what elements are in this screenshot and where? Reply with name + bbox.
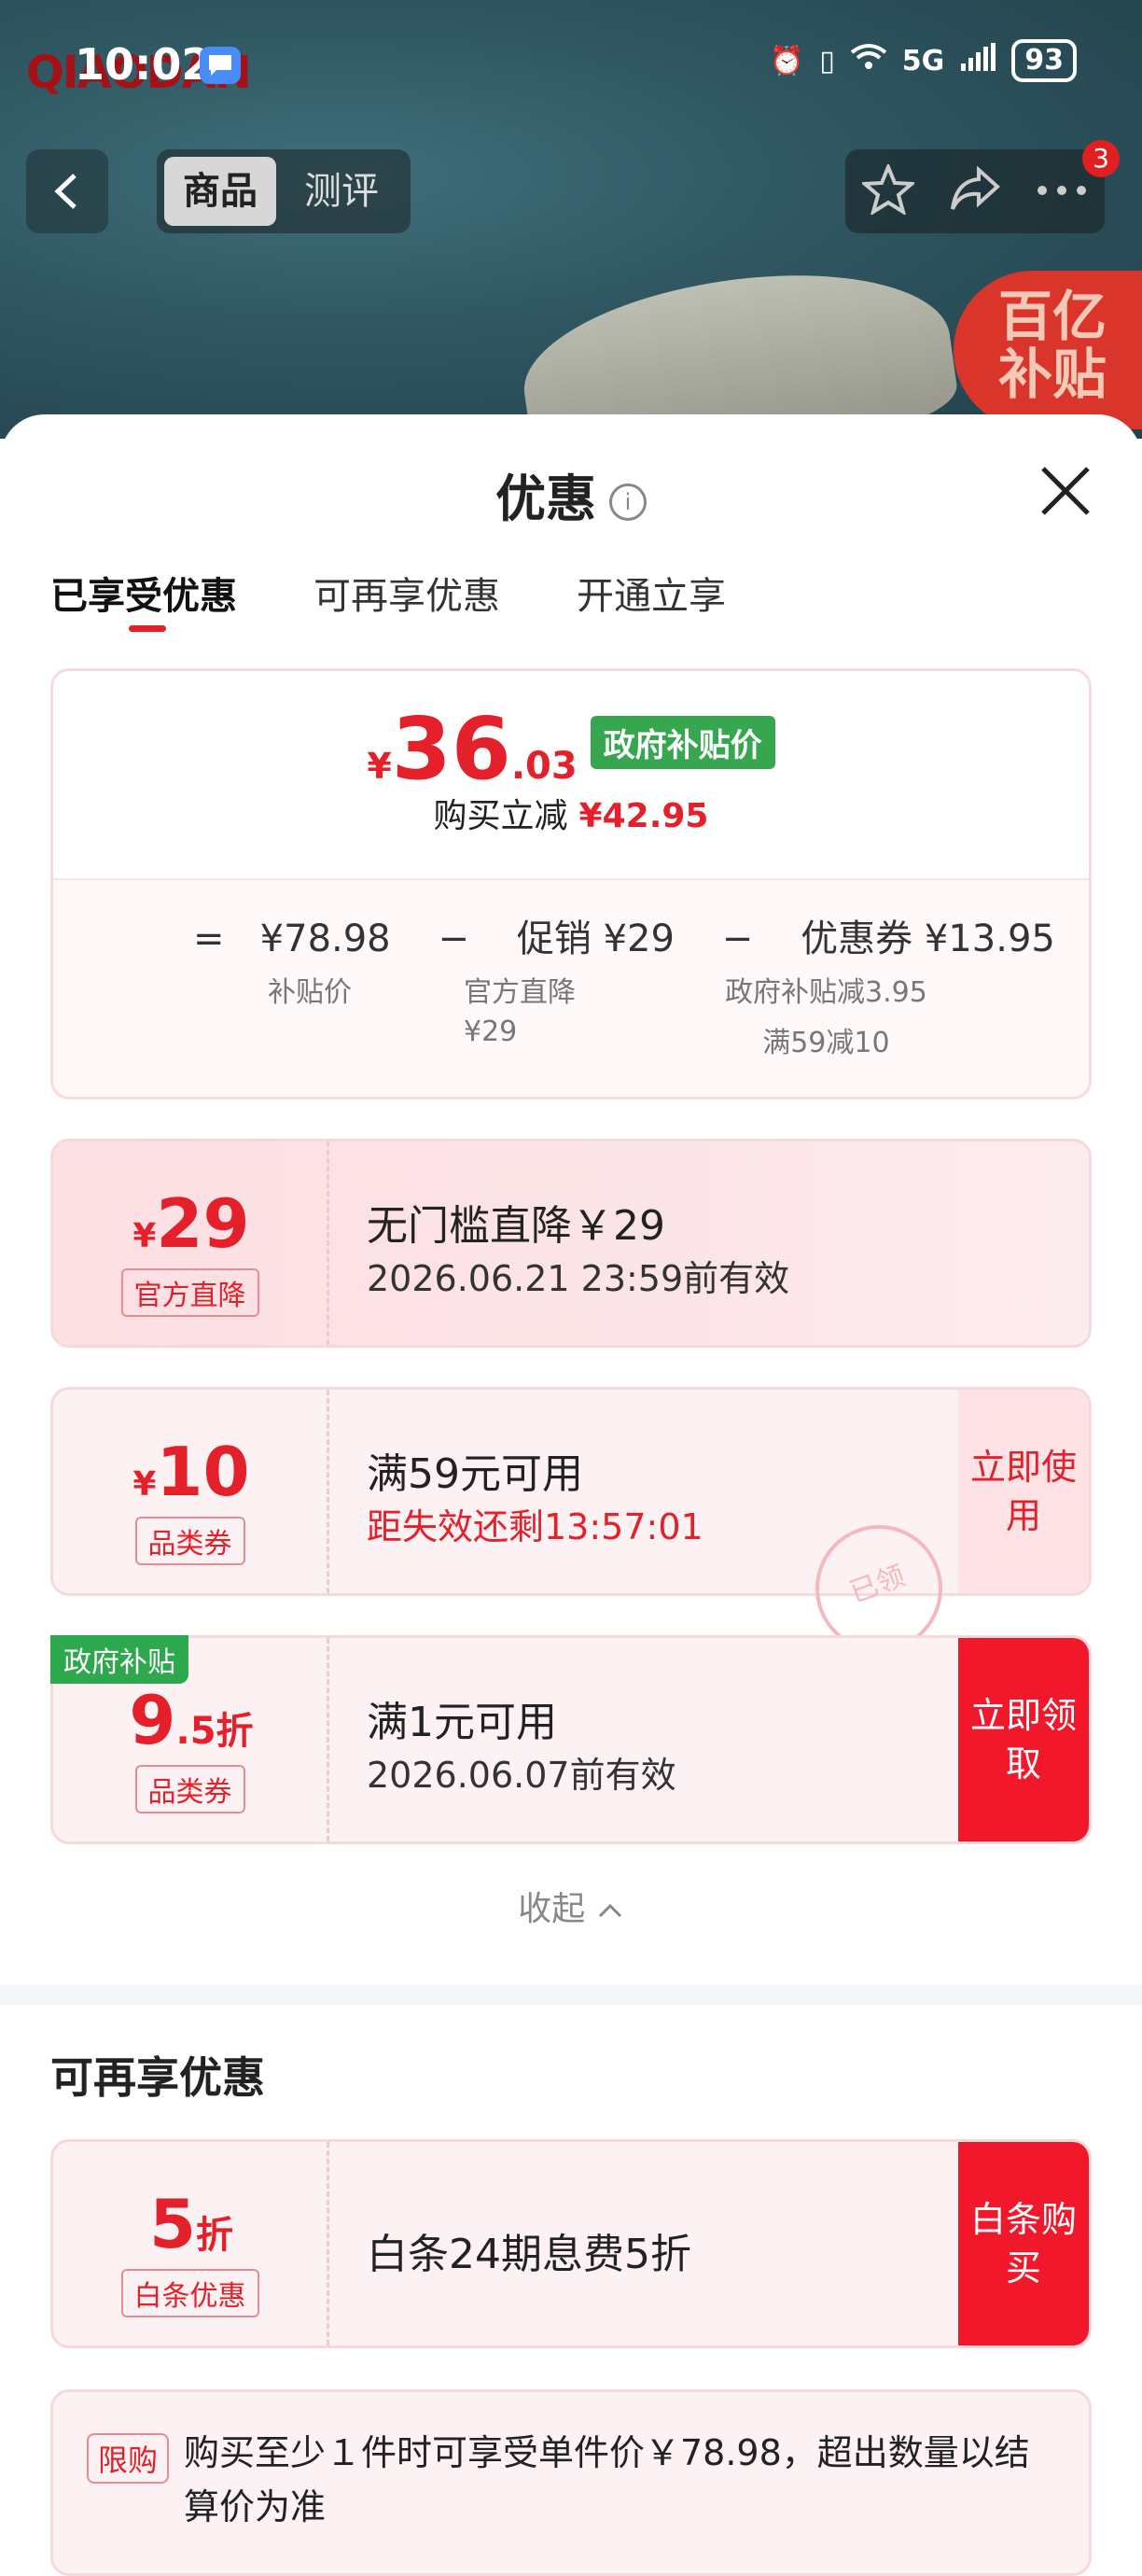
coupon-card: ¥29 官方直降 无门槛直降￥29 2026.06.21 23:59前有效	[50, 1139, 1092, 1348]
price-breakdown: = ¥78.98 − 促销 ¥29 − 优惠券 ¥13.95 补贴价 官方直降 ¥…	[53, 878, 1089, 1097]
top-nav: 商品 测评	[0, 149, 1142, 233]
wifi-icon	[850, 43, 887, 78]
coupon-kind: 品类券	[134, 1517, 245, 1565]
tab-product[interactable]: 商品	[164, 157, 276, 226]
back-button[interactable]	[26, 149, 108, 233]
limit-text: 购买至少１件时可享受单件价￥78.98，超出数量以结算价为准	[184, 2432, 1030, 2527]
use-now-button[interactable]: 立即使用	[958, 1390, 1089, 1593]
coupon-title: 无门槛直降￥29	[367, 1202, 665, 1250]
alarm-icon: ⏰	[769, 44, 805, 77]
sheet-title: 优惠 i	[0, 457, 1142, 531]
coupon-kind: 官方直降	[120, 1268, 259, 1317]
coupon-detail: 政府补贴减3.95 满59减10	[725, 976, 927, 1059]
coupon-value: 5折	[148, 2185, 234, 2263]
coupon-kind: 白条优惠	[120, 2269, 259, 2317]
limit-tag: 限购	[87, 2433, 170, 2484]
coupon-title: 白条24期息费5折	[367, 2231, 691, 2278]
coupon-card: 9.5折 品类券 满1元可用 2026.06.07前有效 立即领取	[50, 1635, 1092, 1844]
close-button[interactable]	[1038, 463, 1093, 523]
section-divider	[0, 1984, 1142, 2005]
message-notification-icon	[200, 47, 241, 84]
nav-actions	[845, 149, 1105, 233]
collapse-button[interactable]: 收起	[0, 1882, 1142, 1930]
info-icon[interactable]: i	[609, 483, 647, 522]
clock: 10:02	[75, 39, 212, 90]
coupon-title: 满1元可用	[367, 1699, 557, 1746]
coupon-kind: 品类券	[134, 1765, 245, 1813]
signal-icon	[959, 43, 996, 78]
back-icon	[54, 174, 77, 209]
subsidy-badge: 百亿 补贴	[954, 271, 1142, 429]
purchase-limit-note: 限购 购买至少１件时可享受单件价￥78.98，超出数量以结算价为准	[50, 2389, 1092, 2576]
reduce-line: 购买立减 ¥42.95	[433, 797, 709, 835]
discount-tabs: 已享受优惠 可再享优惠 开通立享	[50, 566, 726, 632]
gov-subsidy-tag: 政府补贴	[50, 1635, 188, 1684]
claim-now-button[interactable]: 立即领取	[958, 1638, 1089, 1841]
chevron-up-icon	[598, 1903, 621, 1918]
base-label: 补贴价	[268, 976, 352, 1009]
promo-detail: 官方直降 ¥29	[464, 976, 576, 1048]
share-icon[interactable]	[949, 165, 1001, 217]
price-summary: ¥36.03 政府补贴价 购买立减 ¥42.95 = ¥78.98 − 促销 ¥29…	[50, 668, 1092, 1099]
more-offers-title: 可再享优惠	[50, 2052, 265, 2103]
nav-tabs: 商品 测评	[157, 149, 411, 233]
coupon-value: ¥10	[132, 1433, 250, 1511]
network-label: 5G	[901, 44, 945, 77]
tab-more[interactable]: 可再享优惠	[313, 566, 500, 620]
coupon-validity: 2026.06.07前有效	[367, 1755, 676, 1796]
notification-badge: 3	[1082, 140, 1120, 177]
baitiao-card: 5折 白条优惠 白条24期息费5折 白条购买	[50, 2139, 1092, 2348]
battery-icon: 93	[1011, 39, 1077, 82]
coupon-value: 9.5折	[129, 1681, 254, 1759]
tab-enjoyed[interactable]: 已享受优惠	[50, 566, 237, 632]
coupon-countdown: 距失效还剩13:57:01	[367, 1506, 703, 1547]
coupon-validity: 2026.06.21 23:59前有效	[367, 1258, 790, 1299]
tab-activate[interactable]: 开通立享	[577, 566, 726, 620]
tab-review[interactable]: 测评	[286, 157, 397, 226]
gov-price-tag: 政府补贴价	[590, 716, 775, 769]
baitiao-buy-button[interactable]: 白条购买	[958, 2142, 1089, 2345]
final-price: ¥36.03 政府补贴价	[53, 699, 1089, 799]
status-bar: 10:02 ⏰ ▯ 5G 93	[0, 0, 1142, 131]
price-formula: = ¥78.98 − 促销 ¥29 − 优惠券 ¥13.95	[193, 917, 1055, 960]
coupon-title: 满59元可用	[367, 1450, 583, 1498]
shoe-image	[512, 250, 962, 439]
more-icon[interactable]	[1036, 183, 1088, 201]
star-icon[interactable]	[860, 161, 917, 218]
close-icon	[1041, 467, 1090, 515]
coupon-value: ¥29	[132, 1184, 250, 1263]
vibrate-icon: ▯	[819, 44, 835, 77]
